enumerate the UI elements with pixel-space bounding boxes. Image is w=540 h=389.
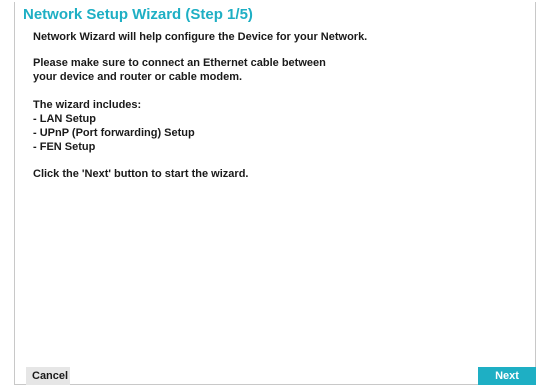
network-setup-wizard-window: Network Setup Wizard (Step 1/5) Network … [0, 0, 540, 389]
cancel-button[interactable]: Cancel [26, 367, 70, 385]
list-item-lan-setup: - LAN Setup [33, 113, 96, 125]
wizard-title: Network Setup Wizard (Step 1/5) [23, 6, 253, 23]
list-item-upnp-setup: - UPnP (Port forwarding) Setup [33, 127, 195, 139]
list-item-fen-setup: - FEN Setup [33, 141, 96, 153]
next-button[interactable]: Next [478, 367, 536, 385]
intro-text: Network Wizard will help configure the D… [33, 31, 368, 43]
cable-instruction-line-2: your device and router or cable modem. [33, 71, 243, 83]
start-instruction: Click the 'Next' button to start the wiz… [33, 168, 249, 180]
cable-instruction-line-1: Please make sure to connect an Ethernet … [33, 57, 326, 69]
wizard-includes-heading: The wizard includes: [33, 99, 142, 111]
